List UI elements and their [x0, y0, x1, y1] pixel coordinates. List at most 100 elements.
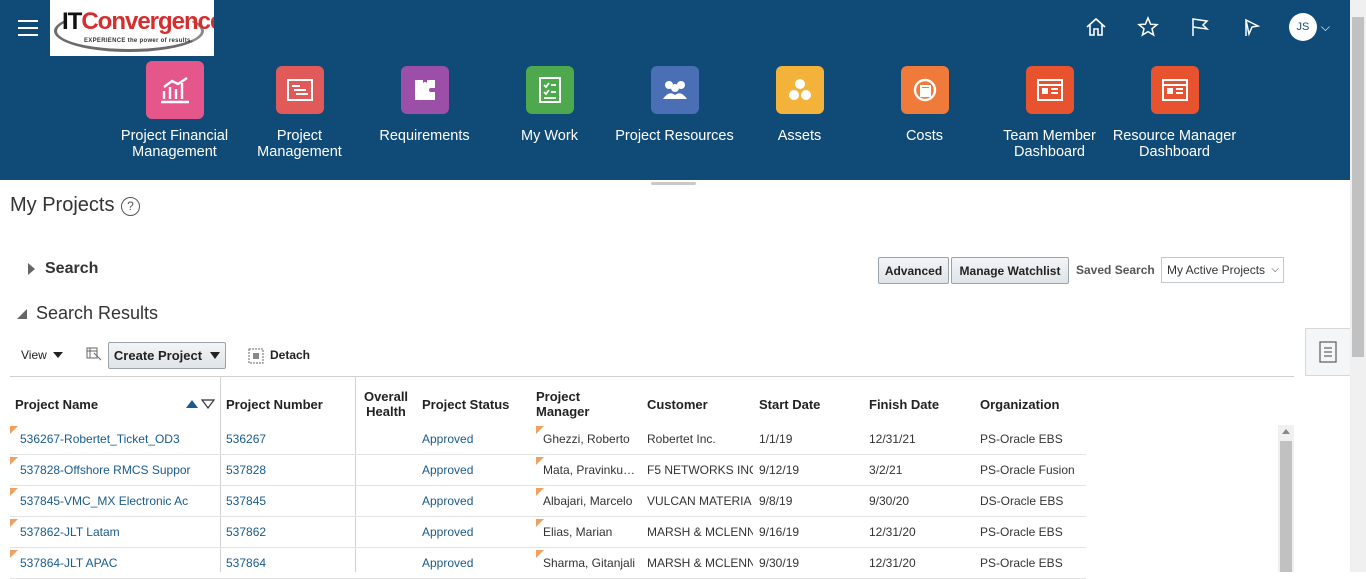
- company-logo[interactable]: ITConvergence EXPERIENCE the power of re…: [50, 0, 214, 56]
- notifications-icon[interactable]: [1237, 12, 1267, 42]
- home-icon[interactable]: [1081, 12, 1111, 42]
- start-date: 1/1/19: [759, 432, 793, 446]
- app-project-resources[interactable]: Project Resources: [612, 66, 737, 160]
- chevron-down-icon: [52, 352, 63, 358]
- search-results-disclosure[interactable]: Search Results: [16, 303, 158, 324]
- detach-button[interactable]: Detach: [270, 348, 310, 362]
- table-row[interactable]: 537864-JLT APAC 537864 Approved Sharma, …: [10, 548, 1086, 579]
- column-header-organization[interactable]: Organization: [980, 384, 1080, 424]
- start-date: 9/12/19: [759, 463, 800, 477]
- column-header-project-status[interactable]: Project Status: [422, 384, 532, 424]
- chevron-down-icon[interactable]: ⌵: [1321, 20, 1330, 35]
- app-project-financial-management[interactable]: Project Financial Management: [112, 61, 237, 160]
- app-costs[interactable]: Costs: [862, 66, 987, 160]
- organization: PS-Oracle Fusion: [980, 463, 1075, 477]
- project-number-link[interactable]: 537828: [226, 455, 346, 485]
- manage-watchlist-button[interactable]: Manage Watchlist: [951, 257, 1069, 284]
- gantt-icon: [275, 66, 324, 114]
- finish-date: 12/31/21: [869, 432, 916, 446]
- saved-search-select[interactable]: My Active Projects ⌵: [1161, 257, 1284, 283]
- puzzle-icon: [400, 66, 449, 114]
- column-header-project-manager[interactable]: Project Manager: [536, 384, 606, 424]
- column-header-start-date[interactable]: Start Date: [759, 384, 859, 424]
- favorites-icon[interactable]: [1133, 12, 1163, 42]
- row-flag-icon: [10, 488, 18, 496]
- assets-icon: [775, 66, 824, 114]
- dashboard-icon: [1150, 66, 1199, 114]
- project-manager: Albajari, Marcelo: [543, 494, 633, 508]
- row-flag-icon: [10, 550, 18, 558]
- document-icon: [1319, 341, 1337, 363]
- customer: VULCAN MATERIA: [647, 494, 752, 508]
- start-date: 9/16/19: [759, 525, 800, 539]
- project-name-link[interactable]: 537862-JLT Latam: [20, 517, 218, 547]
- customer: MARSH & MCLENN: [647, 556, 753, 570]
- table-scrollbar[interactable]: [1278, 425, 1294, 572]
- saved-search-label: Saved Search: [1076, 263, 1155, 277]
- dashboard-icon: [1025, 66, 1074, 114]
- table-row[interactable]: 536267-Robertet_Ticket_OD3 536267 Approv…: [10, 424, 1086, 455]
- table-row[interactable]: 537845-VMC_MX Electronic Ac 537845 Appro…: [10, 486, 1086, 517]
- start-date: 9/8/19: [759, 494, 793, 508]
- project-manager: Mata, Pravinku…: [543, 463, 636, 477]
- sort-icon[interactable]: [185, 399, 215, 409]
- app-team-member-dashboard[interactable]: Team Member Dashboard: [987, 66, 1112, 160]
- column-header-customer[interactable]: Customer: [647, 384, 747, 424]
- flag-icon[interactable]: [1185, 12, 1215, 42]
- expand-icon: [28, 263, 35, 275]
- app-my-work[interactable]: My Work: [487, 66, 612, 160]
- detach-icon[interactable]: [248, 348, 264, 369]
- springboard-collapse-handle[interactable]: [651, 182, 696, 185]
- customer: Robertet Inc.: [647, 432, 716, 446]
- chevron-down-icon: ⌵: [1271, 264, 1279, 275]
- create-project-button[interactable]: Create Project: [108, 342, 226, 369]
- view-menu[interactable]: View: [21, 348, 63, 362]
- column-header-project-name[interactable]: Project Name: [15, 384, 215, 424]
- checklist-icon: [525, 66, 574, 114]
- global-header: ITConvergence EXPERIENCE the power of re…: [0, 0, 1350, 180]
- project-name-link[interactable]: 537864-JLT APAC: [20, 548, 218, 578]
- app-resource-manager-dashboard[interactable]: Resource Manager Dashboard: [1112, 66, 1237, 160]
- row-flag-icon: [10, 457, 18, 465]
- project-status-link[interactable]: Approved: [422, 486, 522, 516]
- project-name-link[interactable]: 537828-Offshore RMCS Suppor: [20, 455, 218, 485]
- project-status-link[interactable]: Approved: [422, 424, 522, 454]
- project-status-link[interactable]: Approved: [422, 548, 522, 578]
- project-manager: Ghezzi, Roberto: [543, 432, 630, 446]
- organization: PS-Oracle EBS: [980, 556, 1063, 570]
- column-header-overall-health[interactable]: Overall Health: [358, 384, 414, 424]
- project-name-link[interactable]: 537845-VMC_MX Electronic Ac: [20, 486, 218, 516]
- people-icon: [650, 66, 699, 114]
- app-assets[interactable]: Assets: [737, 66, 862, 160]
- page-scrollbar[interactable]: [1350, 0, 1366, 572]
- project-status-link[interactable]: Approved: [422, 517, 522, 547]
- table-row[interactable]: 537828-Offshore RMCS Suppor 537828 Appro…: [10, 455, 1086, 486]
- project-number-link[interactable]: 537862: [226, 517, 346, 547]
- project-number-link[interactable]: 536267: [226, 424, 346, 454]
- app-requirements[interactable]: Requirements: [362, 66, 487, 160]
- format-icon[interactable]: [86, 347, 102, 368]
- app-project-management[interactable]: Project Management: [237, 66, 362, 160]
- table-row[interactable]: 537862-JLT Latam 537862 Approved Elias, …: [10, 517, 1086, 548]
- organization: PS-Oracle EBS: [980, 432, 1063, 446]
- customer: F5 NETWORKS INC: [647, 463, 753, 477]
- column-header-finish-date[interactable]: Finish Date: [869, 384, 969, 424]
- start-date: 9/30/19: [759, 556, 800, 570]
- help-icon[interactable]: ?: [121, 197, 140, 216]
- organization: DS-Oracle EBS: [980, 494, 1064, 508]
- project-number-link[interactable]: 537845: [226, 486, 346, 516]
- column-header-project-number[interactable]: Project Number: [226, 384, 351, 424]
- organization: PS-Oracle EBS: [980, 525, 1063, 539]
- project-manager: Elias, Marian: [543, 525, 613, 539]
- project-name-link[interactable]: 536267-Robertet_Ticket_OD3: [20, 424, 218, 454]
- finish-date: 12/31/20: [869, 556, 916, 570]
- side-panel-toggle[interactable]: [1305, 328, 1350, 376]
- collapse-icon: [17, 308, 27, 319]
- project-number-link[interactable]: 537864: [226, 548, 346, 578]
- avatar[interactable]: JS: [1288, 13, 1317, 41]
- menu-icon[interactable]: [18, 20, 38, 36]
- advanced-button[interactable]: Advanced: [878, 257, 949, 284]
- finish-date: 9/30/20: [869, 494, 910, 508]
- search-disclosure[interactable]: Search: [28, 260, 98, 278]
- project-status-link[interactable]: Approved: [422, 455, 522, 485]
